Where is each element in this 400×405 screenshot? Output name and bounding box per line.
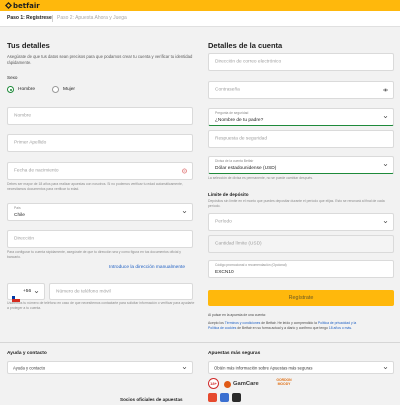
partner-logo-1[interactable]: [208, 393, 217, 402]
sex-label: Sexo: [7, 75, 18, 80]
gamcare-icon: [224, 380, 231, 388]
account-details-title: Detalles de la cuenta: [208, 41, 283, 50]
currency-label: Divisa de la cuenta Betfair: [215, 159, 254, 163]
personal-details-title: Tus detalles: [7, 41, 50, 50]
surname-placeholder: Primer Apellido: [14, 140, 47, 146]
personal-details-intro: Asegúrate de que tus datos sean precisos…: [7, 54, 193, 65]
address-note: Para configurar tu cuenta rápidamente, a…: [7, 250, 181, 259]
security-answer-field[interactable]: Respuesta de seguridad: [208, 130, 394, 148]
deposit-period-placeholder: Período: [215, 219, 232, 225]
partners-title: Socios oficiales de apuestas: [120, 397, 183, 402]
chevron-down-icon: [383, 163, 388, 168]
safer-gambling-select[interactable]: Obtén más información sobre Apuestas más…: [208, 361, 394, 374]
consent-text-a: Acepto los: [208, 321, 225, 325]
safer-gambling-title: Apuestas más seguras: [208, 351, 261, 356]
radio-male[interactable]: Hombre: [7, 86, 35, 93]
chevron-down-icon: [383, 220, 388, 225]
gordon-moody-logo[interactable]: GORDON MOODY: [272, 376, 296, 390]
privacy-link[interactable]: Política de privacidad y la: [318, 321, 356, 325]
step-divider: [52, 15, 53, 22]
cookies-link[interactable]: Política de cookies: [208, 326, 236, 330]
currency-note: La selección de divisa es permanente, no…: [208, 176, 313, 180]
radio-male-label: Hombre: [18, 87, 36, 92]
chevron-down-icon: [383, 365, 388, 370]
help-select-text: Ayuda y contacto: [13, 365, 46, 370]
deposit-amount-field[interactable]: Cantidad límite (USD): [208, 235, 394, 253]
security-question-select[interactable]: Pregunta de seguridad ¿Nombre de tu padr…: [208, 108, 394, 126]
safer-gambling-select-text: Obtén más información sobre Apuestas más…: [214, 365, 313, 370]
country-select[interactable]: País Chile: [7, 203, 193, 221]
register-button[interactable]: Regístrate: [208, 290, 394, 306]
address-field[interactable]: Dirección: [7, 230, 193, 248]
password-placeholder: Contraseña: [215, 87, 240, 93]
chevron-down-icon: [182, 210, 187, 215]
partner-logo-2[interactable]: [220, 393, 229, 402]
radio-female-dot: [52, 86, 59, 93]
show-password-icon[interactable]: [383, 88, 388, 93]
birthdate-field[interactable]: Fecha de nacimiento: [7, 162, 193, 180]
currency-select[interactable]: Divisa de la cuenta Betfair Dólar estado…: [208, 156, 394, 174]
birthdate-note: Debes ser mayor de 18 años para realizar…: [7, 182, 183, 191]
chevron-down-icon: [182, 365, 187, 370]
chevron-down-icon: [383, 115, 388, 120]
prefix-chevron-icon: [34, 289, 39, 294]
phone-placeholder: Número de teléfono móvil: [56, 289, 111, 294]
chile-flag-icon: [12, 289, 20, 302]
first-name-field[interactable]: Nombre: [7, 107, 193, 125]
age-18-badge[interactable]: 18+: [208, 378, 219, 389]
email-field[interactable]: Dirección de correo electrónico: [208, 53, 394, 71]
moody-label: MOODY: [277, 382, 291, 386]
phone-prefix-code: +56: [23, 289, 32, 294]
radio-female-label: Mujer: [63, 87, 75, 92]
deposit-amount-placeholder: Cantidad límite (USD): [215, 241, 262, 247]
manual-address-link[interactable]: Introduce la dirección manualmente: [109, 265, 185, 270]
promo-code-label: Código promocional o recomendación (Opci…: [215, 263, 287, 267]
address-placeholder: Dirección: [14, 236, 34, 242]
country-value: Chile: [14, 212, 25, 218]
brand-name: betfair: [13, 1, 40, 10]
terms-link[interactable]: Términos y condiciones: [225, 321, 261, 325]
footer-divider: [0, 342, 400, 343]
phone-prefix-select[interactable]: +56: [7, 283, 45, 302]
deposit-period-select[interactable]: Período: [208, 213, 394, 231]
surname-field[interactable]: Primer Apellido: [7, 134, 193, 152]
age-link[interactable]: 18 años o más.: [329, 326, 352, 330]
promo-code-value: EXCN10: [215, 269, 234, 275]
help-select[interactable]: Ayuda y contacto: [7, 361, 193, 374]
consent-text-c: de Betfair en su forma actual y a diario…: [236, 325, 329, 330]
deposit-limit-title: Límite de depósito: [208, 192, 249, 197]
birthdate-placeholder: Fecha de nacimiento: [14, 168, 59, 174]
gamcare-label: GamCare: [233, 381, 259, 387]
betfair-logo[interactable]: betfair: [5, 1, 40, 10]
step-2: Paso 2: Apuesta Ahora y Juega: [57, 15, 127, 21]
gamcare-logo[interactable]: GamCare: [224, 379, 259, 389]
email-placeholder: Dirección de correo electrónico: [215, 59, 282, 65]
first-name-placeholder: Nombre: [14, 113, 32, 119]
consent-text-b: de Betfair. He leído y comprendido la: [260, 321, 318, 325]
calendar-error-icon[interactable]: [182, 168, 187, 174]
phone-field[interactable]: Número de teléfono móvil: [49, 283, 193, 300]
partner-logo-3[interactable]: [232, 393, 241, 402]
steps-bar: Paso 1: Registrese Paso 2: Apuesta Ahora…: [0, 11, 400, 27]
currency-value: Dólar estadounidense (USD): [215, 165, 277, 171]
top-bar: betfair: [0, 0, 400, 11]
consent-line-1: Al pulsar en la apuesta de una cuenta:: [208, 313, 266, 317]
security-question-value: ¿Nombre de tu padre?: [215, 117, 264, 123]
step-1: Paso 1: Registrese: [7, 15, 52, 21]
password-field[interactable]: Contraseña: [208, 81, 394, 99]
radio-female[interactable]: Mujer: [52, 86, 75, 93]
security-answer-placeholder: Respuesta de seguridad: [215, 136, 268, 142]
betfair-logo-icon: [5, 2, 12, 9]
deposit-limit-note: Depósitos sin límite en el monto que pue…: [208, 199, 385, 208]
help-title: Ayuda y contacto: [7, 351, 47, 356]
security-question-label: Pregunta de seguridad: [215, 111, 249, 115]
consent-text: Acepto los Términos y condiciones de Bet…: [208, 321, 400, 331]
promo-code-field[interactable]: Código promocional o recomendación (Opci…: [208, 260, 394, 278]
country-label: País: [14, 206, 21, 210]
radio-male-dot: [7, 86, 14, 93]
phone-note: Usaremos tu número de teléfono en caso d…: [7, 301, 195, 310]
